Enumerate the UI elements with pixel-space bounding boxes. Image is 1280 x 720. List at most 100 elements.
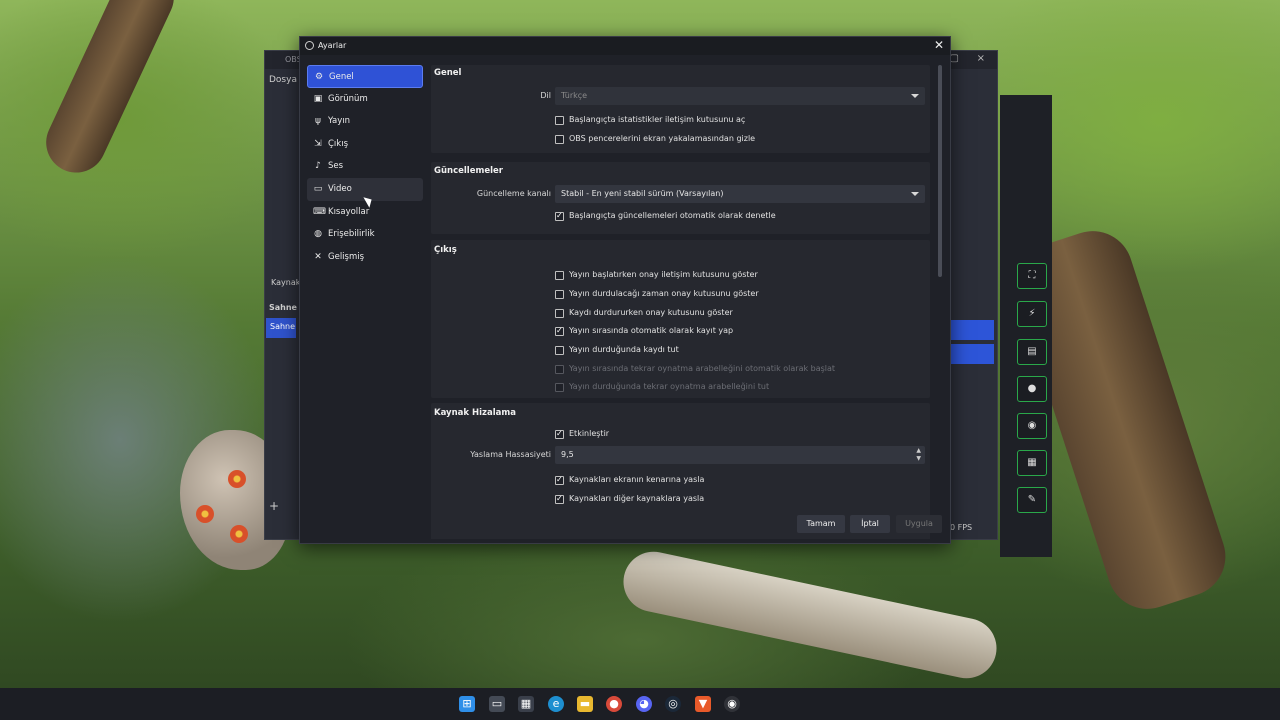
obs-logo-icon	[305, 41, 314, 50]
checkbox-auto-replay-buffer: Yayın sırasında tekrar oynatma arabelleğ…	[555, 363, 835, 377]
sidebar-item-label: Kısayollar	[328, 206, 370, 217]
content-scrollbar[interactable]	[938, 65, 942, 277]
sidebar-item-gorunum[interactable]: ▣ Görünüm	[307, 88, 423, 111]
windows-start-icon[interactable]: ⊞	[459, 696, 475, 712]
checkbox-confirm-stream-start[interactable]: Yayın başlatırken onay iletişim kutusunu…	[555, 269, 758, 283]
edge-icon[interactable]: e	[548, 696, 564, 712]
settings-dialog: Ayarlar ✕ ⚙ Genel ▣ Görünüm ψ Yayın ⇲ Çı…	[299, 36, 951, 544]
snap-sensitivity-input[interactable]: 9,5 ▲ ▼	[555, 446, 925, 464]
section-cikis: Çıkış Yayın başlatırken onay iletişim ku…	[431, 240, 930, 398]
language-select[interactable]: Türkçe	[555, 87, 925, 105]
fallen-log	[617, 546, 1003, 684]
dock-lightning-icon[interactable]: ⚡	[1017, 301, 1047, 327]
sidebar-item-erisebilirlik[interactable]: ◍ Erişebilirlik	[307, 223, 423, 246]
obs-kaynak-label: Kaynak	[271, 278, 301, 287]
keyboard-icon: ⌨	[313, 206, 326, 217]
sidebar-item-label: Çıkış	[328, 138, 349, 149]
taskbar: ⊞ ▭ ▦ e ▬ ● ◕ ◎ ▼ ◉	[0, 688, 1280, 720]
sidebar-item-gelismis[interactable]: ✕ Gelişmiş	[307, 246, 423, 269]
section-title: Çıkış	[434, 245, 457, 255]
store-icon[interactable]: ▦	[518, 696, 534, 712]
flower-decoration	[230, 525, 248, 543]
speaker-icon: ♪	[315, 161, 321, 172]
checkbox-snap-to-sources[interactable]: Kaynakları diğer kaynaklara yasla	[555, 493, 704, 507]
sidebar-item-cikis[interactable]: ⇲ Çıkış	[307, 133, 423, 156]
brave-icon[interactable]: ▼	[695, 696, 711, 712]
chevron-down-icon	[911, 94, 919, 98]
close-icon[interactable]: ✕	[934, 38, 944, 52]
checkbox-label: Yayın sırasında tekrar oynatma arabelleğ…	[569, 364, 836, 373]
sidebar-item-yayin[interactable]: ψ Yayın	[307, 110, 423, 133]
dock-fullscreen-icon[interactable]: ⛶	[1017, 263, 1047, 289]
obs-scene-item[interactable]: Sahne	[266, 318, 296, 338]
sidebar-item-label: Gelişmiş	[328, 251, 365, 262]
checkbox-confirm-stream-stop[interactable]: Yayın durdulacağı zaman onay kutusunu gö…	[555, 288, 759, 302]
sidebar-item-genel[interactable]: ⚙ Genel	[307, 65, 423, 88]
sidebar-item-label: Ses	[328, 161, 344, 172]
chevron-down-icon	[911, 192, 919, 196]
checkbox-stats-on-start[interactable]: Başlangıçta istatistikler iletişim kutus…	[555, 114, 745, 128]
ok-button[interactable]: Tamam	[797, 515, 845, 533]
obs-icon[interactable]: ◉	[724, 696, 740, 712]
checkbox-snap-to-screen-edge[interactable]: Kaynakları ekranın kenarına yasla	[555, 474, 704, 488]
chevron-up-icon[interactable]: ▲	[916, 447, 921, 454]
dialog-title: Ayarlar	[318, 41, 347, 50]
obs-menu-file[interactable]: Dosya	[269, 75, 297, 85]
language-label: Dil	[540, 91, 551, 100]
checkbox-keep-replay-buffer: Yayın durduğunda tekrar oynatma arabelle…	[555, 381, 769, 395]
dock-server-icon[interactable]: ▦	[1017, 450, 1047, 476]
checkbox-box	[555, 135, 564, 144]
update-channel-label: Güncelleme kanalı	[476, 189, 551, 198]
obs-main-close-icon[interactable]: ×	[977, 53, 985, 64]
chrome-icon[interactable]: ●	[606, 696, 622, 712]
obs-add-icon[interactable]: +	[269, 499, 279, 513]
sidebar-item-kisayollar[interactable]: ⌨ Kısayollar	[307, 201, 423, 224]
steam-icon[interactable]: ◎	[665, 696, 681, 712]
dock-notes-icon[interactable]: ▤	[1017, 339, 1047, 365]
checkbox-label: Başlangıçta güncellemeleri otomatik olar…	[569, 211, 776, 220]
obs-sahne-header: Sahne	[269, 303, 297, 312]
antenna-icon: ψ	[315, 116, 321, 127]
chevron-down-icon[interactable]: ▼	[916, 455, 921, 462]
settings-content: Genel Dil Türkçe Başlangıçta istatistikl…	[431, 65, 933, 539]
checkbox-auto-update[interactable]: Başlangıçta güncellemeleri otomatik olar…	[555, 210, 776, 224]
obs-dock-panel: ⛶ ⚡ ▤ ● ◉ ▦ ✎	[1000, 95, 1052, 557]
checkbox-label: OBS pencerelerini ekran yakalamasından g…	[569, 134, 756, 143]
obs-source-highlight	[950, 344, 994, 364]
snap-sensitivity-label: Yaslama Hassasiyeti	[470, 450, 551, 459]
checkbox-label: Etkinleştir	[569, 429, 610, 438]
checkbox-label: Yayın durduğunda kaydı tut	[569, 345, 679, 354]
checkbox-label: Yayın sırasında otomatik olarak kayıt ya…	[569, 326, 734, 335]
monitor-icon: ▭	[313, 183, 323, 194]
checkbox-label: Yayın durduğunda tekrar oynatma arabelle…	[569, 382, 770, 391]
section-title: Güncellemeler	[434, 166, 503, 176]
obs-source-highlight	[950, 320, 994, 340]
accessibility-icon: ◍	[314, 229, 322, 240]
dock-broadcast-icon[interactable]: ◉	[1017, 413, 1047, 439]
checkbox-box	[555, 210, 564, 222]
file-explorer-icon[interactable]: ▬	[577, 696, 593, 712]
flower-decoration	[196, 505, 214, 523]
checkbox-label: Kaynakları diğer kaynaklara yasla	[569, 494, 705, 503]
checkbox-box	[555, 346, 564, 355]
dialog-titlebar: Ayarlar ✕	[300, 37, 950, 55]
dock-chat-icon[interactable]: ●	[1017, 376, 1047, 402]
checkbox-label: Başlangıçta istatistikler iletişim kutus…	[569, 115, 746, 124]
checkbox-confirm-record-stop[interactable]: Kaydı durdururken onay kutusunu göster	[555, 307, 733, 321]
checkbox-auto-record[interactable]: Yayın sırasında otomatik olarak kayıt ya…	[555, 325, 733, 339]
checkbox-enable-snapping[interactable]: Etkinleştir	[555, 428, 609, 442]
checkbox-label: Yayın başlatırken onay iletişim kutusunu…	[569, 270, 758, 279]
language-value: Türkçe	[561, 91, 588, 100]
cancel-button[interactable]: İptal	[850, 515, 890, 533]
dock-wrench-icon[interactable]: ✎	[1017, 487, 1047, 513]
checkbox-hide-from-capture[interactable]: OBS pencerelerini ekran yakalamasından g…	[555, 133, 755, 147]
checkbox-keep-recording[interactable]: Yayın durduğunda kaydı tut	[555, 344, 679, 358]
checkbox-box	[555, 309, 564, 318]
snap-sensitivity-value: 9,5	[561, 450, 574, 459]
update-channel-value: Stabil - En yeni stabil sürüm (Varsayıla…	[561, 189, 724, 198]
discord-icon[interactable]: ◕	[636, 696, 652, 712]
update-channel-select[interactable]: Stabil - En yeni stabil sürüm (Varsayıla…	[555, 185, 925, 203]
task-view-icon[interactable]: ▭	[489, 696, 505, 712]
section-title: Genel	[434, 68, 462, 78]
sidebar-item-ses[interactable]: ♪ Ses	[307, 155, 423, 178]
